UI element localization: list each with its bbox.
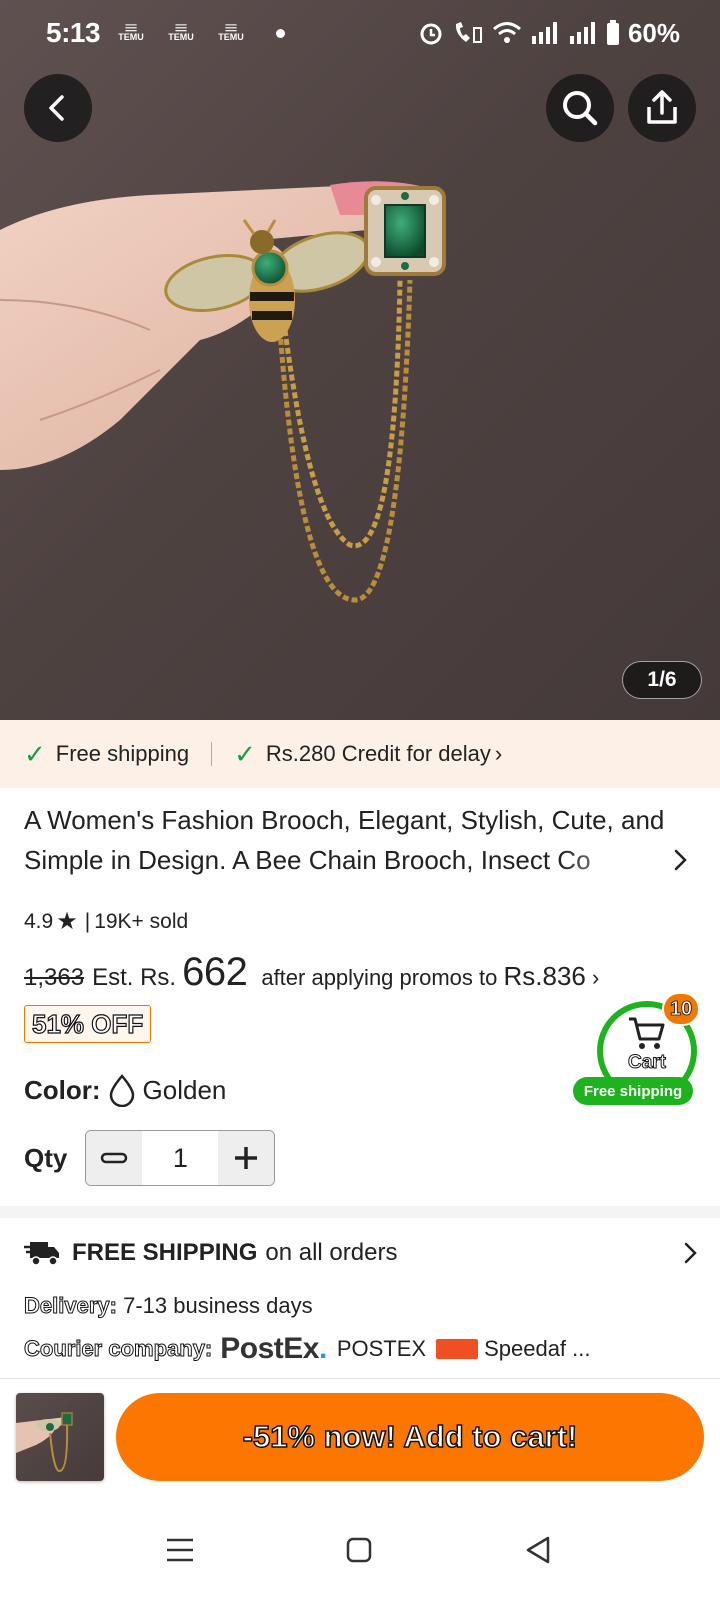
temu-notification-icon: ⲶⲶ TEMU: [168, 23, 194, 42]
title-fade: [560, 842, 660, 882]
color-label: Color:: [24, 1074, 101, 1105]
original-price: 1,363: [24, 964, 85, 991]
sale-price: 662: [182, 950, 248, 994]
wifi-icon: [492, 22, 521, 43]
free-shipping-label: Free shipping: [55, 741, 190, 766]
free-shipping-headline: FREE SHIPPING: [72, 1239, 258, 1266]
qty-label: Qty: [24, 1142, 68, 1173]
rating-value: 4.9: [24, 909, 54, 933]
quantity-value[interactable]: 1: [142, 1131, 218, 1185]
divider: [211, 742, 213, 766]
chevron-right-icon: [684, 1242, 697, 1264]
speedaf-logo: [436, 1339, 479, 1359]
thumbnail-image: [16, 1412, 73, 1472]
search-button[interactable]: [546, 74, 614, 142]
section-divider: [0, 1206, 720, 1218]
cart-icon: [629, 1017, 665, 1049]
battery-icon: [606, 20, 619, 45]
status-time: 5:13: [46, 17, 101, 48]
check-icon: ✓: [24, 738, 46, 769]
promo-price: Rs.836: [503, 961, 586, 991]
product-thumbnail[interactable]: [16, 1393, 104, 1481]
signal-icon: [531, 22, 557, 44]
chevron-right-icon: ›: [592, 965, 600, 990]
cart-count-badge: 10: [662, 992, 700, 1026]
color-selector[interactable]: Color: Golden: [24, 1073, 226, 1107]
courier-speedaf: Speedaf ...: [484, 1336, 591, 1361]
signal-icon: [569, 22, 595, 44]
courier-info: Courier company: PostEx. POSTEX Speedaf …: [23, 1332, 591, 1366]
more-notifications-dot: [276, 28, 286, 38]
delay-credit-label: Rs.280 Credit for delay: [265, 741, 491, 766]
minus-icon: [101, 1152, 128, 1164]
cart-label: Cart: [627, 1052, 666, 1074]
system-nav-bar: [0, 1500, 720, 1600]
star-icon: ★: [56, 908, 78, 935]
promo-text: after applying promos to: [261, 965, 498, 990]
sold-count: 19K+ sold: [94, 909, 189, 933]
add-to-cart-button[interactable]: -51% now! Add to cart!: [116, 1393, 704, 1481]
share-icon: [647, 90, 677, 124]
chevron-left-icon: [49, 95, 64, 121]
battery-percent: 60%: [627, 17, 680, 48]
cart-free-shipping-tag: Free shipping: [573, 1077, 693, 1105]
alarm-icon: [420, 23, 442, 45]
status-bar: 5:13 ⲶⲶ TEMU ⲶⲶ TEMU ⲶⲶ TEMU 60%: [0, 0, 720, 66]
recent-apps-icon[interactable]: [165, 1537, 195, 1563]
divider: |: [84, 909, 91, 933]
wifi-calling-icon: [455, 22, 482, 43]
home-icon[interactable]: [346, 1537, 372, 1563]
check-icon: ✓: [234, 738, 256, 769]
increase-button[interactable]: [218, 1131, 275, 1185]
rating-row[interactable]: 4.9 ★ | 19K+ sold: [24, 907, 188, 936]
share-button[interactable]: [628, 74, 696, 142]
delivery-info: Delivery: 7-13 business days: [24, 1293, 313, 1319]
product-image[interactable]: 5:13 ⲶⲶ TEMU ⲶⲶ TEMU ⲶⲶ TEMU 60% 1/6: [0, 0, 720, 720]
chevron-right-icon: ›: [494, 741, 503, 766]
shipping-info-row[interactable]: FREE SHIPPING on all orders: [24, 1238, 700, 1268]
droplet-icon: [109, 1074, 134, 1107]
delivery-label: Delivery:: [24, 1293, 118, 1319]
courier-postex: POSTEX: [336, 1336, 427, 1361]
free-shipping-subtext: on all orders: [265, 1239, 398, 1266]
quantity-row: Qty 1: [24, 1130, 276, 1186]
postex-logo: PostEx.: [220, 1332, 327, 1365]
discount-badge: 51% OFF: [24, 1005, 152, 1043]
back-button[interactable]: [24, 74, 92, 142]
estimated-label: Est. Rs.: [92, 964, 177, 991]
search-icon: [563, 91, 598, 126]
promo-link[interactable]: after applying promos to Rs.836 ›: [261, 961, 599, 992]
image-counter: 1/6: [622, 661, 702, 699]
color-value: Golden: [142, 1074, 227, 1105]
quantity-stepper[interactable]: 1: [85, 1130, 276, 1186]
back-nav-icon[interactable]: [524, 1535, 552, 1565]
chevron-right-icon[interactable]: [672, 847, 690, 873]
delivery-time: 7-13 business days: [123, 1293, 313, 1318]
delivery-truck-icon: [24, 1242, 59, 1266]
cart-button[interactable]: Cart 10 Free shipping: [573, 992, 705, 1115]
temu-notification-icon: ⲶⲶ TEMU: [218, 23, 244, 42]
decrease-button[interactable]: [86, 1131, 143, 1185]
price-row: 1,363 Est. Rs. 662 after applying promos…: [24, 950, 599, 995]
courier-label: Courier company:: [23, 1336, 213, 1362]
shipping-benefits-strip[interactable]: ✓ Free shipping ✓ Rs.280 Credit for dela…: [0, 720, 720, 788]
temu-notification-icon: ⲶⲶ TEMU: [118, 23, 144, 42]
plus-icon: [235, 1147, 258, 1169]
bottom-action-bar: -51% now! Add to cart!: [0, 1378, 720, 1488]
